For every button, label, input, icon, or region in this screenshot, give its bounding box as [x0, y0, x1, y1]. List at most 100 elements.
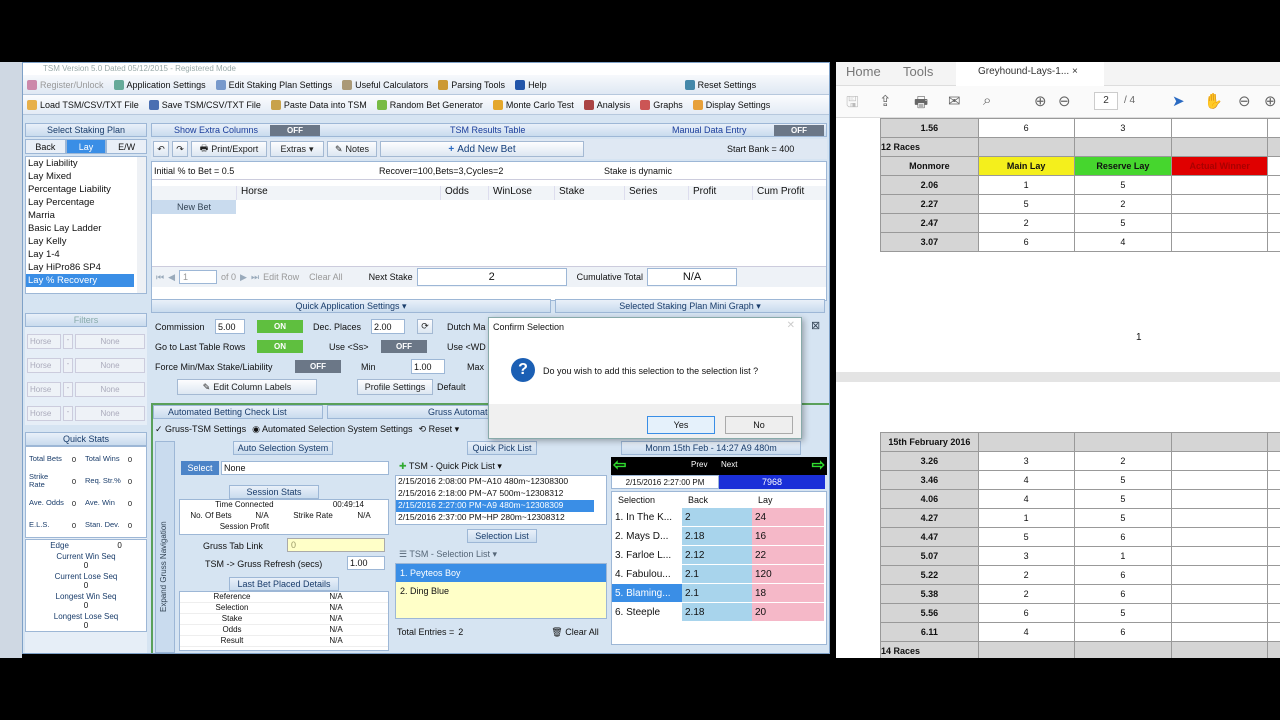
- back-price[interactable]: 2.12: [682, 546, 752, 565]
- upload-icon[interactable]: ⇪: [879, 92, 892, 110]
- filter-dropdown-icon[interactable]: -: [63, 381, 73, 397]
- runner-name[interactable]: 2. Mays D...: [612, 527, 682, 546]
- runner-name[interactable]: 3. Farloe L...: [612, 546, 682, 565]
- column-header[interactable]: Cum Profit: [752, 186, 822, 200]
- prev-arrow-icon[interactable]: ⇦: [613, 455, 626, 475]
- filter-value[interactable]: None: [75, 405, 145, 421]
- lay-price[interactable]: 16: [752, 527, 824, 546]
- tab-lay[interactable]: Lay: [65, 139, 107, 154]
- filter-value[interactable]: None: [75, 333, 145, 349]
- toolbar-item-1[interactable]: Save TSM/CSV/TXT File: [148, 99, 261, 110]
- profile-settings-button[interactable]: Profile Settings: [357, 379, 433, 395]
- clear-all-button[interactable]: Clear All: [309, 272, 343, 282]
- staking-plan-item[interactable]: Lay % Recovery: [26, 274, 134, 287]
- back-price[interactable]: 2.1: [682, 565, 752, 584]
- runner-name[interactable]: 5. Blaming...: [612, 584, 682, 603]
- staking-plan-item[interactable]: Lay Kelly: [26, 235, 146, 248]
- scrollbar[interactable]: [137, 157, 146, 293]
- tab-back[interactable]: Back: [25, 139, 66, 154]
- quick-pick-item[interactable]: 2/15/2016 2:27:00 PM~A9 480m~12308309: [396, 500, 594, 512]
- show-extra-toggle[interactable]: OFF: [270, 125, 320, 136]
- toolbar-item-6[interactable]: Graphs: [640, 99, 683, 110]
- filter-dropdown-icon[interactable]: -: [63, 357, 73, 373]
- column-header[interactable]: WinLose: [488, 186, 554, 200]
- staking-plan-item[interactable]: Lay HiPro86 SP4: [26, 261, 146, 274]
- add-new-bet-button[interactable]: + Add New Bet: [380, 141, 584, 157]
- cursor-icon[interactable]: ➤: [1172, 92, 1185, 110]
- email-icon[interactable]: ✉: [948, 92, 961, 110]
- yes-button[interactable]: Yes: [647, 416, 715, 434]
- quick-pick-list[interactable]: 2/15/2016 2:08:00 PM~A10 480m~12308300 2/…: [395, 475, 607, 525]
- runner-name[interactable]: 1. In The K...: [612, 508, 682, 527]
- notes-button[interactable]: ✎ Notes: [327, 141, 377, 157]
- gruss-tsm-settings-button[interactable]: ✓ Gruss-TSM Settings: [155, 424, 246, 435]
- zoom-out-icon[interactable]: ⊖: [1238, 92, 1251, 110]
- menu-item-2[interactable]: Edit Staking Plan Settings: [215, 79, 332, 90]
- filter-dropdown-icon[interactable]: -: [63, 405, 73, 421]
- lay-price[interactable]: 20: [752, 603, 824, 622]
- menu-item-0[interactable]: Register/Unlock: [27, 79, 104, 90]
- dec-places-input[interactable]: 2.00: [371, 319, 405, 334]
- edit-column-labels-button[interactable]: ✎ Edit Column Labels: [177, 379, 317, 395]
- last-page-icon[interactable]: ⏭: [251, 272, 259, 283]
- filter-field[interactable]: Horse: [27, 381, 61, 397]
- auto-selection-settings-button[interactable]: ◉ Automated Selection System Settings: [252, 424, 412, 435]
- staking-plan-item[interactable]: Lay Percentage: [26, 196, 146, 209]
- refresh-input[interactable]: 1.00: [347, 556, 385, 570]
- filter-value[interactable]: None: [75, 381, 145, 397]
- tab-document[interactable]: Greyhound-Lays-1... ×: [956, 62, 1104, 86]
- staking-plan-item[interactable]: Lay Mixed: [26, 170, 146, 183]
- back-price[interactable]: 2.1: [682, 584, 752, 603]
- staking-plan-item[interactable]: Marria: [26, 209, 146, 222]
- next-arrow-icon[interactable]: ⇨: [812, 455, 825, 475]
- edit-row-button[interactable]: Edit Row: [263, 272, 299, 282]
- toolbar-item-2[interactable]: Paste Data into TSM: [270, 99, 367, 110]
- toolbar-item-7[interactable]: Display Settings: [692, 99, 770, 110]
- commission-toggle[interactable]: ON: [257, 320, 303, 333]
- save-icon[interactable]: 🖫: [846, 92, 859, 117]
- staking-plan-list[interactable]: Lay Liability Lay Mixed Percentage Liabili…: [25, 156, 147, 294]
- column-header[interactable]: Odds: [440, 186, 488, 200]
- staking-plan-item[interactable]: Lay Liability: [26, 157, 146, 170]
- min-input[interactable]: 1.00: [411, 359, 445, 374]
- redo-icon[interactable]: ↷: [172, 141, 188, 157]
- back-price[interactable]: 2.18: [682, 527, 752, 546]
- menu-item-1[interactable]: Application Settings: [113, 79, 206, 90]
- filter-dropdown-icon[interactable]: -: [63, 333, 73, 349]
- gruss-tab-input[interactable]: 0: [287, 538, 385, 552]
- filter-field[interactable]: Horse: [27, 357, 61, 373]
- column-header[interactable]: Stake: [554, 186, 624, 200]
- tab-ew[interactable]: E/W: [106, 139, 148, 154]
- toolbar-item-0[interactable]: Load TSM/CSV/TXT File: [27, 99, 139, 110]
- new-bet-row[interactable]: New Bet: [152, 200, 236, 214]
- lay-price[interactable]: 18: [752, 584, 824, 603]
- manual-entry-toggle[interactable]: OFF: [774, 125, 824, 136]
- quick-pick-item[interactable]: 2/15/2016 2:08:00 PM~A10 480m~12308300: [396, 476, 594, 488]
- print-icon[interactable]: 🖶: [914, 92, 928, 117]
- quick-pick-item[interactable]: 2/15/2016 2:18:00 PM~A7 500m~12308312: [396, 488, 594, 500]
- select-value[interactable]: None: [221, 461, 389, 475]
- runner-name[interactable]: 4. Fabulou...: [612, 565, 682, 584]
- extras-button[interactable]: Extras ▾: [270, 141, 324, 157]
- tab-tools[interactable]: Tools: [903, 62, 933, 86]
- first-page-icon[interactable]: ⏮: [156, 272, 164, 283]
- selection-item[interactable]: 2. Ding Blue: [396, 582, 606, 600]
- back-price[interactable]: 2: [682, 508, 752, 527]
- expand-gruss-nav[interactable]: Expand Gruss Navigation: [155, 441, 175, 653]
- filter-field[interactable]: Horse: [27, 333, 61, 349]
- selection-list[interactable]: 1. Peyteos Boy 2. Ding Blue: [395, 563, 607, 619]
- staking-plan-item[interactable]: Lay 1-4: [26, 248, 146, 261]
- menu-item-6[interactable]: Reset Settings: [684, 79, 756, 90]
- filter-field[interactable]: Horse: [27, 405, 61, 421]
- staking-plan-item[interactable]: Percentage Liability: [26, 183, 146, 196]
- toolbar-item-5[interactable]: Analysis: [583, 99, 630, 110]
- selection-item[interactable]: 1. Peyteos Boy: [396, 564, 606, 582]
- back-price[interactable]: 2.18: [682, 603, 752, 622]
- lay-price[interactable]: 24: [752, 508, 824, 527]
- toolbar-item-4[interactable]: Monte Carlo Test: [492, 99, 574, 110]
- lay-price[interactable]: 22: [752, 546, 824, 565]
- staking-plan-item[interactable]: Basic Lay Ladder: [26, 222, 146, 235]
- clear-all-selection-button[interactable]: 🗑 Clear All: [551, 627, 598, 638]
- commission-input[interactable]: 5.00: [215, 319, 245, 334]
- go-last-toggle[interactable]: ON: [257, 340, 303, 353]
